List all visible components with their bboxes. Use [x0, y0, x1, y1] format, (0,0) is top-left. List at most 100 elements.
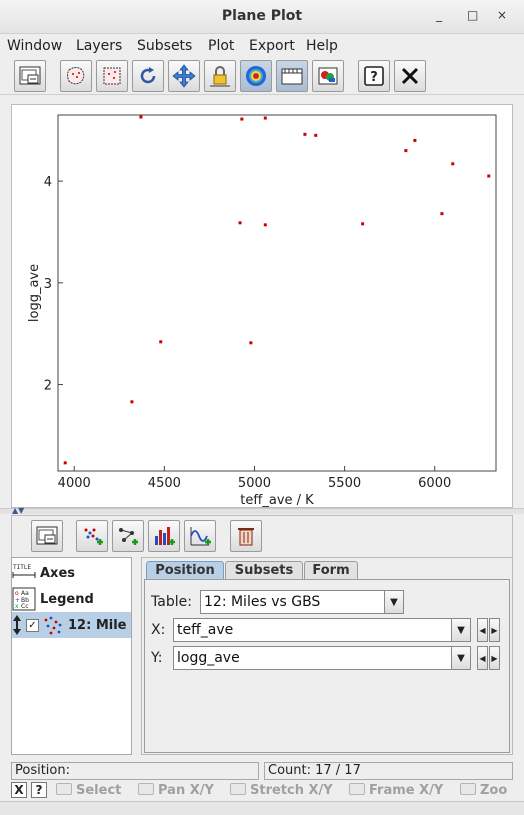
- x-prev-column-button[interactable]: ◀: [477, 618, 488, 642]
- menu-export-label: Export: [249, 38, 295, 54]
- plot-frame: [57, 114, 497, 472]
- menu-window-label: Window: [7, 38, 63, 54]
- x-dropdown-button[interactable]: ▼: [451, 618, 471, 642]
- layer-list: TITLE Axes o + x Aa Bb Cc Legend ✓ 12: Mile: [11, 557, 132, 755]
- arrow-right-icon: ▶: [491, 653, 498, 663]
- tab-form[interactable]: Form: [304, 561, 358, 579]
- menu-help-label: Help: [306, 38, 338, 54]
- tab-position[interactable]: Position: [146, 561, 224, 579]
- scatter-plot[interactable]: 4000 4500 5000 5500 6000 2 3 4 teff_ave / K lo…: [12, 105, 512, 507]
- add-pair-layer-button[interactable]: [112, 520, 144, 552]
- tab-subsets[interactable]: Subsets: [225, 561, 303, 579]
- axes-frame-button[interactable]: [14, 60, 46, 92]
- layer-item-legend[interactable]: o + x Aa Bb Cc Legend: [12, 586, 131, 612]
- mode-stretch[interactable]: Stretch X/Y: [230, 783, 333, 798]
- control-toolbar: [11, 515, 513, 557]
- data-point: [451, 162, 455, 166]
- maximize-button[interactable]: □: [467, 8, 478, 22]
- layer-item-axes[interactable]: TITLE Axes: [12, 560, 131, 586]
- add-position-layer-button[interactable]: [76, 520, 108, 552]
- menu-window[interactable]: Window: [7, 38, 62, 54]
- data-point: [440, 212, 444, 216]
- title-bar: Plane Plot _ □ ×: [0, 0, 524, 34]
- layer-config-panel: Position Subsets Form Table: 12: Miles v…: [141, 557, 513, 755]
- y-next-column-button[interactable]: ▶: [489, 646, 500, 670]
- menu-layers[interactable]: Layers: [76, 38, 122, 54]
- svg-text:Cc: Cc: [21, 603, 29, 610]
- layer-visible-checkbox[interactable]: ✓: [26, 618, 39, 632]
- axes-control-button[interactable]: [31, 520, 63, 552]
- delete-layer-icon: [238, 528, 254, 546]
- title-axes-icon: TITLE: [12, 564, 36, 578]
- axes-frame-icon: [36, 526, 58, 545]
- menu-subsets-label: Subsets: [137, 38, 193, 54]
- stretch-mode-icon: [230, 783, 246, 795]
- data-point: [249, 341, 253, 345]
- mode-zoom[interactable]: Zoo: [460, 783, 507, 798]
- layer-label-legend: Legend: [40, 591, 94, 607]
- svg-text:x: x: [15, 603, 19, 610]
- menu-help[interactable]: Help: [306, 38, 338, 54]
- mode-toggle-x[interactable]: X: [11, 782, 27, 798]
- data-point: [240, 117, 244, 121]
- menu-plot-label: Plot: [208, 38, 235, 54]
- layer-table-button[interactable]: [312, 60, 344, 92]
- menu-plot[interactable]: Plot: [208, 38, 234, 54]
- data-point: [361, 222, 365, 226]
- y-prev-column-button[interactable]: ◀: [477, 646, 488, 670]
- panel-splitter[interactable]: ▲▼: [0, 506, 524, 515]
- mode-frame[interactable]: Frame X/Y: [349, 783, 443, 798]
- menu-subsets[interactable]: Subsets: [137, 38, 192, 54]
- svg-text:?: ?: [370, 70, 378, 85]
- help-button[interactable]: ?: [358, 60, 390, 92]
- layer-table-icon: [318, 67, 338, 85]
- pan-button[interactable]: [168, 60, 200, 92]
- legend-icon: o+xAaBbCc: [12, 587, 36, 611]
- density-map-button[interactable]: [240, 60, 272, 92]
- y-dropdown-button[interactable]: ▼: [451, 646, 471, 670]
- drag-handle-icon[interactable]: [12, 614, 22, 636]
- splitter-arrows-icon[interactable]: ▲▼: [12, 506, 24, 515]
- svg-text:Aa: Aa: [21, 590, 29, 597]
- data-point: [238, 221, 242, 225]
- menu-export[interactable]: Export: [249, 38, 295, 54]
- x-next-column-button[interactable]: ▶: [489, 618, 500, 642]
- density-map-icon: [246, 66, 266, 86]
- horizontal-scrollbar[interactable]: [0, 801, 524, 815]
- data-point: [413, 138, 417, 142]
- mode-toggle-help[interactable]: ?: [31, 782, 47, 798]
- table-select[interactable]: 12: Miles vs GBS: [200, 590, 385, 614]
- data-point: [159, 340, 163, 344]
- replot-button[interactable]: [132, 60, 164, 92]
- table-label: Table:: [151, 594, 192, 610]
- blob-subset-button[interactable]: [60, 60, 92, 92]
- svg-text:TITLE: TITLE: [13, 564, 31, 571]
- axes-frame-icon: [19, 66, 41, 85]
- pan-cross-icon: [172, 64, 196, 88]
- region-subset-icon: [103, 67, 121, 85]
- x-expression-field[interactable]: teff_ave: [173, 618, 452, 642]
- lock-aspect-button[interactable]: [204, 60, 236, 92]
- y-expression-field[interactable]: logg_ave: [173, 646, 452, 670]
- delete-layer-button[interactable]: [230, 520, 262, 552]
- add-function-layer-button[interactable]: [184, 520, 216, 552]
- axis-grid-button[interactable]: [276, 60, 308, 92]
- position-status: Position:: [11, 762, 259, 780]
- window-title: Plane Plot: [221, 8, 303, 24]
- plot-panel[interactable]: 4000 4500 5000 5500 6000 2 3 4 teff_ave / K lo…: [11, 104, 513, 508]
- mode-select[interactable]: Select: [56, 783, 121, 798]
- minimize-button[interactable]: _: [436, 8, 442, 22]
- data-point: [303, 132, 307, 136]
- data-point: [404, 149, 408, 153]
- position-status-label: Position:: [15, 763, 70, 778]
- scatter-layer-icon: [44, 616, 62, 635]
- close-window-button[interactable]: ×: [497, 8, 507, 22]
- table-dropdown-button[interactable]: ▼: [384, 590, 404, 614]
- region-subset-button[interactable]: [96, 60, 128, 92]
- data-point: [263, 223, 267, 227]
- layer-item-scatter[interactable]: ✓ 12: Mile: [12, 612, 131, 638]
- mode-pan[interactable]: Pan X/Y: [138, 783, 214, 798]
- close-button[interactable]: [394, 60, 426, 92]
- arrow-left-icon: ◀: [479, 653, 486, 663]
- add-histogram-layer-button[interactable]: [148, 520, 180, 552]
